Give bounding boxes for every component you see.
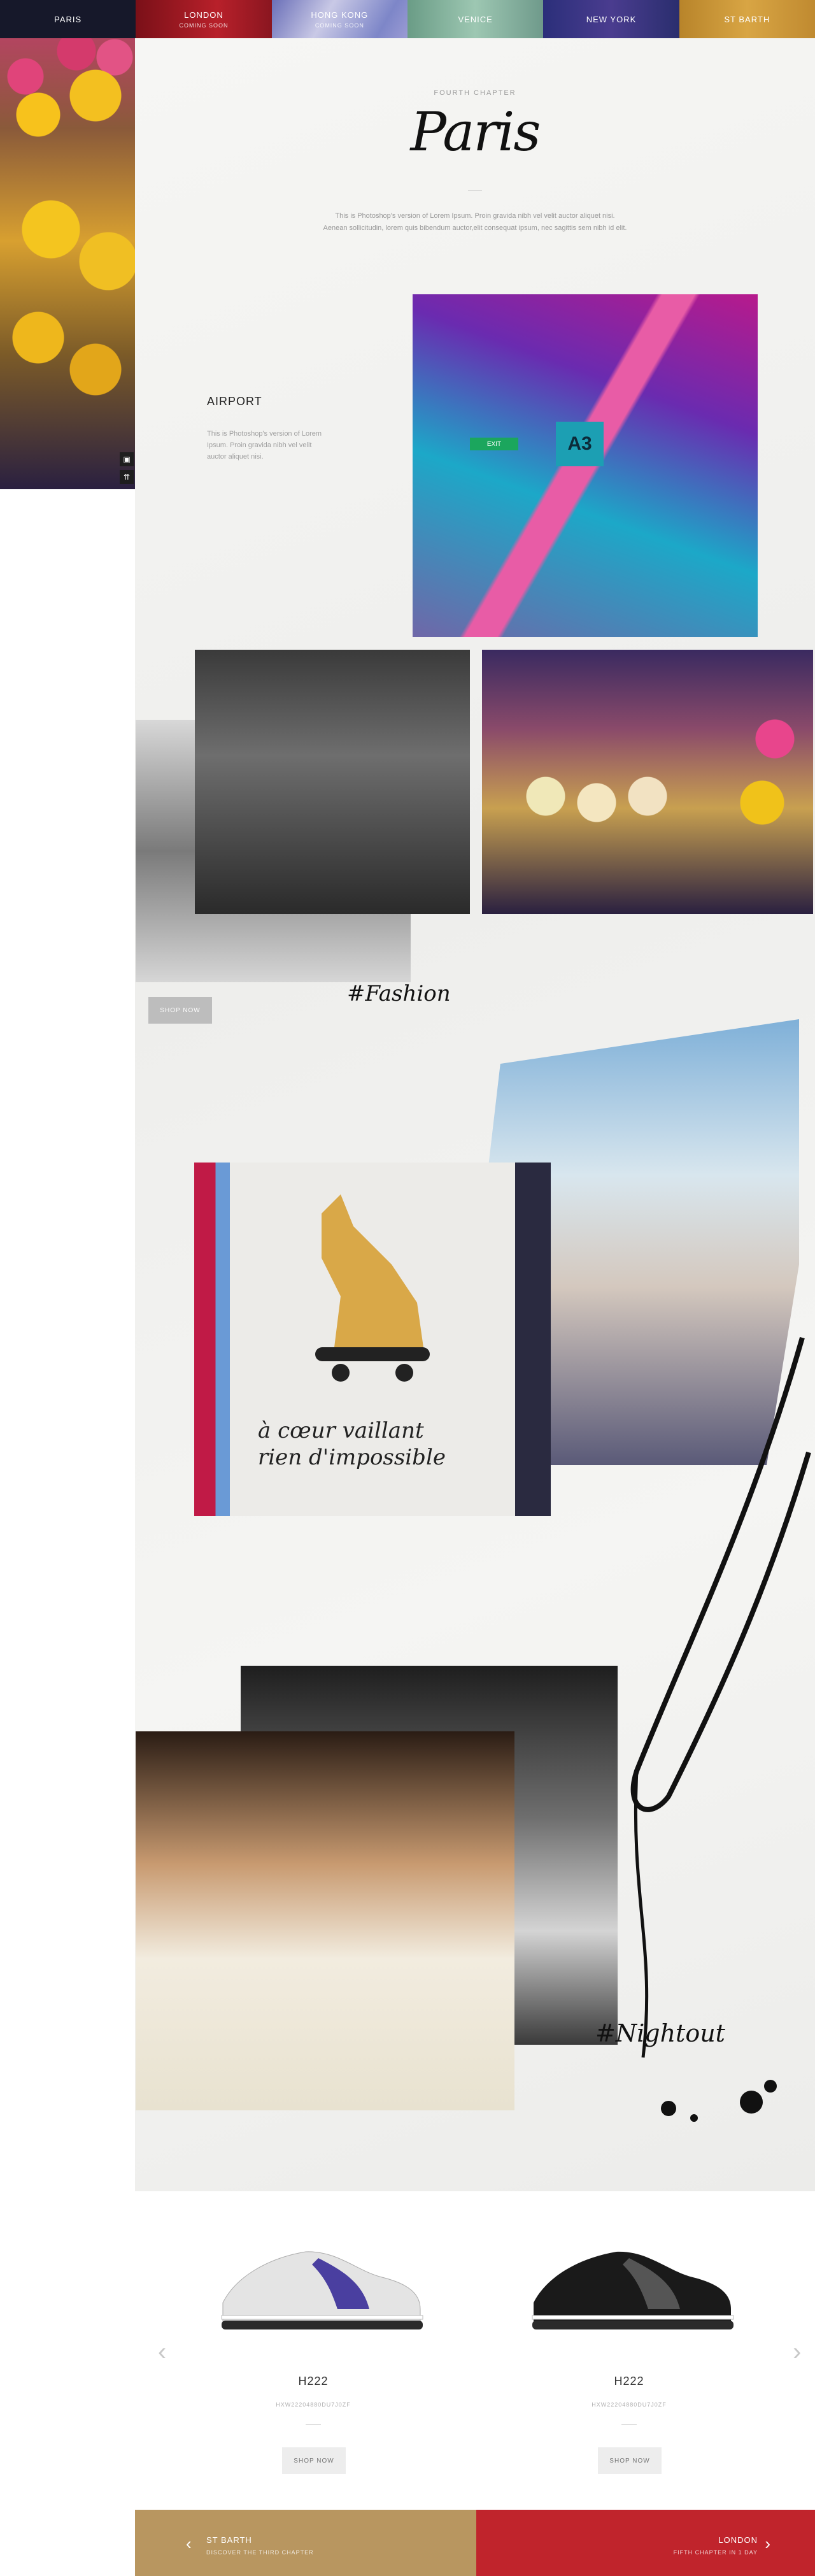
product-divider — [306, 2424, 321, 2425]
chapter-title: Paris — [410, 101, 541, 163]
instagram-icon[interactable]: ▣ — [120, 452, 134, 466]
product-name: H222 — [298, 2375, 329, 2387]
nav-label-st-barth: ST BARTH — [724, 14, 770, 24]
airport-title: AIRPORT — [207, 395, 262, 408]
side-macarons-photo — [0, 38, 135, 489]
nav-item-venice[interactable]: VENICE — [407, 0, 544, 38]
product-code: HXW22204880DU7J0ZF — [592, 2401, 667, 2408]
nav-item-paris[interactable]: PARIS — [0, 0, 136, 38]
chevron-right-icon: › — [765, 2534, 770, 2553]
product-divider — [621, 2424, 637, 2425]
chevron-left-icon: ‹ — [186, 2534, 192, 2553]
nav-item-new-york[interactable]: NEW YORK — [543, 0, 679, 38]
product-shop-now-button[interactable]: SHOP NOW — [598, 2447, 662, 2474]
chapter-intro-line-2: Aenean sollicitudin, lorem quis bibendum… — [323, 224, 627, 232]
chapter-intro: This is Photoshop's version of Lorem Ips… — [135, 210, 815, 234]
product-name: H222 — [614, 2375, 644, 2387]
black-sneaker-image — [532, 2251, 734, 2329]
nav-sub-hong-kong: COMING SOON — [315, 22, 364, 29]
nightout-hashtag: #Nightout — [595, 2019, 725, 2047]
chevron-right-icon[interactable]: › — [793, 2339, 801, 2365]
woman-on-sofa-photo — [195, 650, 470, 914]
previous-chapter-title: ST BARTH — [206, 2535, 252, 2545]
product-code: HXW22204880DU7J0ZF — [276, 2401, 351, 2408]
airport-text: This is Photoshop's version of Lorem Ips… — [207, 430, 322, 461]
tshirt-slogan-line-1: à cœur vaillant — [258, 1418, 424, 1443]
city-nav: PARIS LONDON COMING SOON HONG KONG COMIN… — [0, 0, 815, 38]
nav-item-hong-kong[interactable]: HONG KONG COMING SOON — [271, 0, 408, 38]
nav-label-new-york: NEW YORK — [586, 14, 637, 24]
dog-on-skateboard-illustration — [315, 1194, 430, 1382]
white-sneaker-image — [221, 2251, 423, 2329]
exit-sign: EXIT — [470, 438, 518, 450]
macarons-photo — [482, 650, 813, 914]
next-chapter-title: LONDON — [718, 2535, 758, 2545]
chapter-intro-line-1: This is Photoshop's version of Lorem Ips… — [335, 212, 615, 220]
nav-label-paris: PARIS — [54, 14, 82, 24]
chapter-label: FOURTH CHAPTER — [434, 89, 516, 97]
tshirt-slogan-line-2: rien d'impossible — [258, 1445, 446, 1470]
share-icon[interactable]: ⇈ — [120, 470, 134, 484]
gate-sign: A3 — [556, 422, 604, 466]
fashion-hashtag: #Fashion — [347, 981, 451, 1006]
next-chapter-subtitle: FIFTH CHAPTER IN 1 DAY — [673, 2549, 758, 2556]
nav-label-london: LONDON — [184, 10, 223, 20]
previous-chapter-subtitle: DISCOVER THE THIRD CHAPTER — [206, 2549, 314, 2556]
airport-photo: EXIT A3 — [413, 294, 758, 637]
chevron-left-icon[interactable]: ‹ — [158, 2339, 166, 2365]
nav-sub-london: COMING SOON — [179, 22, 229, 29]
tshirt-photo: à cœur vaillant rien d'impossible — [194, 1163, 551, 1516]
nav-label-hong-kong: HONG KONG — [311, 10, 369, 20]
night-out-duo-photo — [136, 1731, 514, 2110]
fashion-shop-now-button[interactable]: SHOP NOW — [148, 997, 212, 1024]
previous-chapter-link[interactable]: ‹ ST BARTH DISCOVER THE THIRD CHAPTER — [135, 2510, 476, 2576]
next-chapter-link[interactable]: LONDON FIFTH CHAPTER IN 1 DAY › — [476, 2510, 815, 2576]
tshirt-slogan: à cœur vaillant rien d'impossible — [258, 1417, 446, 1471]
product-shop-now-button[interactable]: SHOP NOW — [282, 2447, 346, 2474]
nav-item-london[interactable]: LONDON COMING SOON — [136, 0, 272, 38]
nav-label-venice: VENICE — [458, 14, 493, 24]
nav-item-st-barth[interactable]: ST BARTH — [679, 0, 815, 38]
